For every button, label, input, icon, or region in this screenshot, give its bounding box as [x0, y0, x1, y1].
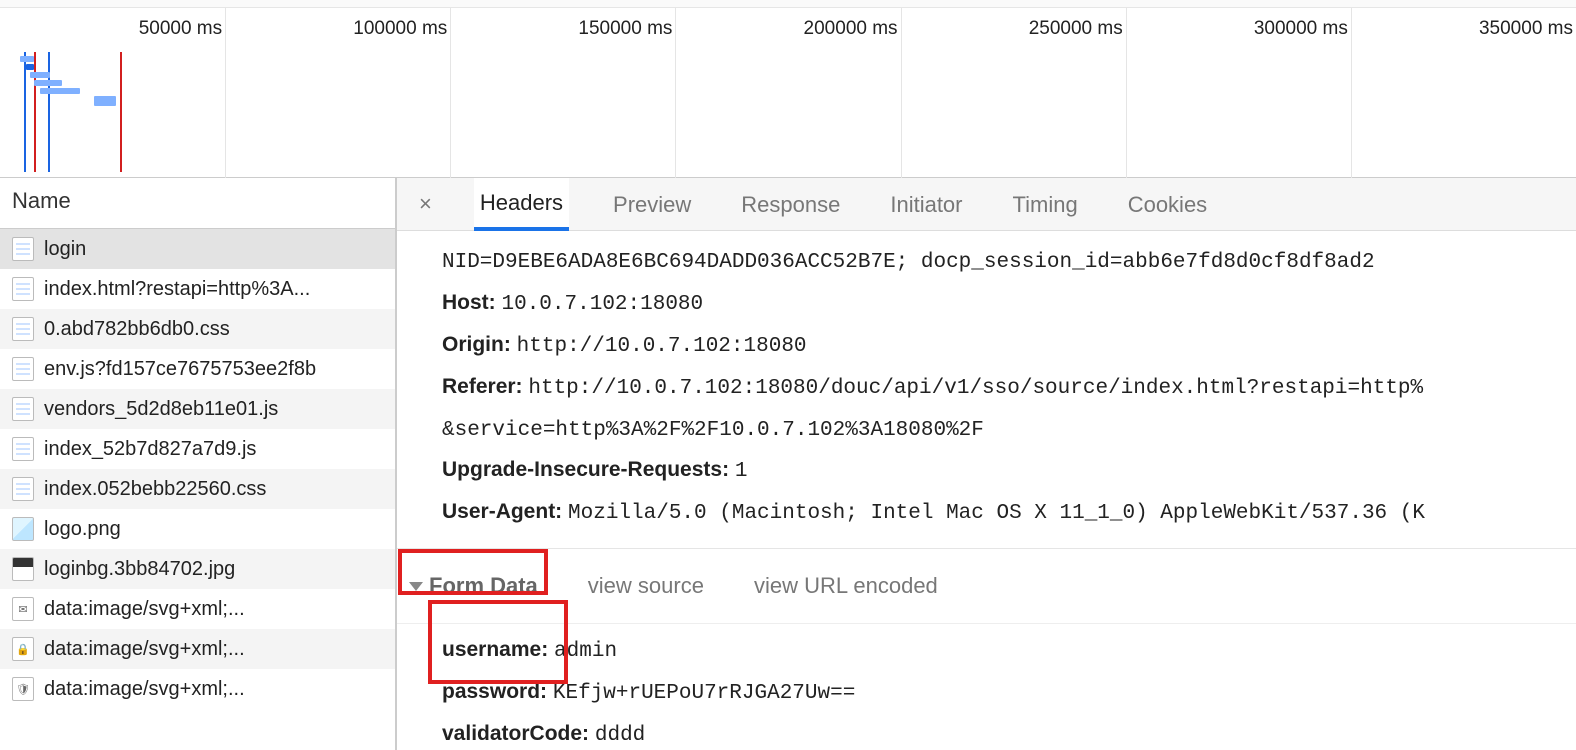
view-url-encoded-link[interactable]: view URL encoded [754, 565, 938, 607]
request-row[interactable]: data:image/svg+xml;... [0, 629, 395, 669]
timeline-tick-label: 350000 ms [1479, 18, 1573, 40]
file-icon [12, 597, 34, 621]
request-row[interactable]: loginbg.3bb84702.jpg [0, 549, 395, 589]
form-data-section[interactable]: Form Data [409, 565, 538, 607]
detail-tabs: × Headers Preview Response Initiator Timing C… [397, 178, 1576, 231]
request-name: data:image/svg+xml;... [44, 598, 245, 621]
request-row[interactable]: logo.png [0, 509, 395, 549]
request-name: index.052bebb22560.css [44, 478, 266, 501]
header-row: Origin: http://10.0.7.102:18080 [397, 325, 1576, 367]
tab-response[interactable]: Response [735, 180, 846, 229]
file-icon [12, 637, 34, 661]
form-data-row: validatorCode: dddd [397, 714, 1576, 750]
request-row[interactable]: env.js?fd157ce7675753ee2f8b [0, 349, 395, 389]
timeline-tick-label: 100000 ms [353, 18, 447, 40]
request-row[interactable]: vendors_5d2d8eb11e01.js [0, 389, 395, 429]
form-data-row: username: admin [397, 630, 1576, 672]
file-icon [12, 357, 34, 381]
header-row: Referer: http://10.0.7.102:18080/douc/ap… [397, 367, 1576, 409]
cookie-line: NID=D9EBE6ADA8E6BC694DADD036ACC52B7E; do… [442, 251, 1375, 274]
request-row[interactable]: index.052bebb22560.css [0, 469, 395, 509]
request-row[interactable]: index.html?restapi=http%3A... [0, 269, 395, 309]
file-icon [12, 237, 34, 261]
timeline-tick-label: 300000 ms [1254, 18, 1348, 40]
request-name: login [44, 238, 86, 261]
header-row: &service=http%3A%2F%2F10.0.7.102%3A18080… [397, 409, 1576, 451]
file-icon [12, 317, 34, 341]
request-row[interactable]: index_52b7d827a7d9.js [0, 429, 395, 469]
request-list-panel: Name login index.html?restapi=http%3A... 0… [0, 178, 397, 750]
file-icon [12, 277, 34, 301]
form-data-row: password: KEfjw+rUEPoU7rRJGA27Uw== [397, 672, 1576, 714]
request-row[interactable]: data:image/svg+xml;... [0, 669, 395, 709]
request-name: data:image/svg+xml;... [44, 638, 245, 661]
timeline-tick-label: 250000 ms [1029, 18, 1123, 40]
view-source-link[interactable]: view source [588, 565, 704, 607]
request-row[interactable]: login [0, 229, 395, 269]
request-row[interactable]: data:image/svg+xml;... [0, 589, 395, 629]
timeline-tick-label: 150000 ms [578, 18, 672, 40]
tab-headers[interactable]: Headers [474, 178, 569, 231]
close-icon[interactable]: × [415, 191, 436, 217]
request-row[interactable]: 0.abd782bb6db0.css [0, 309, 395, 349]
header-row: Upgrade-Insecure-Requests: 1 [397, 450, 1576, 492]
name-column-header[interactable]: Name [0, 178, 395, 229]
tab-timing[interactable]: Timing [1007, 180, 1084, 229]
timeline-tick-label: 50000 ms [139, 18, 222, 40]
request-name: loginbg.3bb84702.jpg [44, 558, 235, 581]
file-icon [12, 397, 34, 421]
tab-cookies[interactable]: Cookies [1122, 180, 1213, 229]
request-name: 0.abd782bb6db0.css [44, 318, 230, 341]
tab-initiator[interactable]: Initiator [884, 180, 968, 229]
file-icon [12, 557, 34, 581]
request-name: index.html?restapi=http%3A... [44, 278, 310, 301]
file-icon [12, 437, 34, 461]
form-data-label: Form Data [429, 565, 538, 607]
file-icon [12, 677, 34, 701]
timeline-tick-label: 200000 ms [804, 18, 898, 40]
header-row: User-Agent: Mozilla/5.0 (Macintosh; Inte… [397, 492, 1576, 534]
file-icon [12, 517, 34, 541]
tab-preview[interactable]: Preview [607, 180, 697, 229]
request-name: logo.png [44, 518, 121, 541]
network-timeline[interactable]: 50000 ms 100000 ms 150000 ms 200000 ms 25000… [0, 8, 1576, 178]
header-row: Host: 10.0.7.102:18080 [397, 283, 1576, 325]
request-name: env.js?fd157ce7675753ee2f8b [44, 358, 316, 381]
chevron-down-icon [409, 582, 423, 591]
request-name: index_52b7d827a7d9.js [44, 438, 256, 461]
file-icon [12, 477, 34, 501]
request-name: data:image/svg+xml;... [44, 678, 245, 701]
request-name: vendors_5d2d8eb11e01.js [44, 398, 278, 421]
